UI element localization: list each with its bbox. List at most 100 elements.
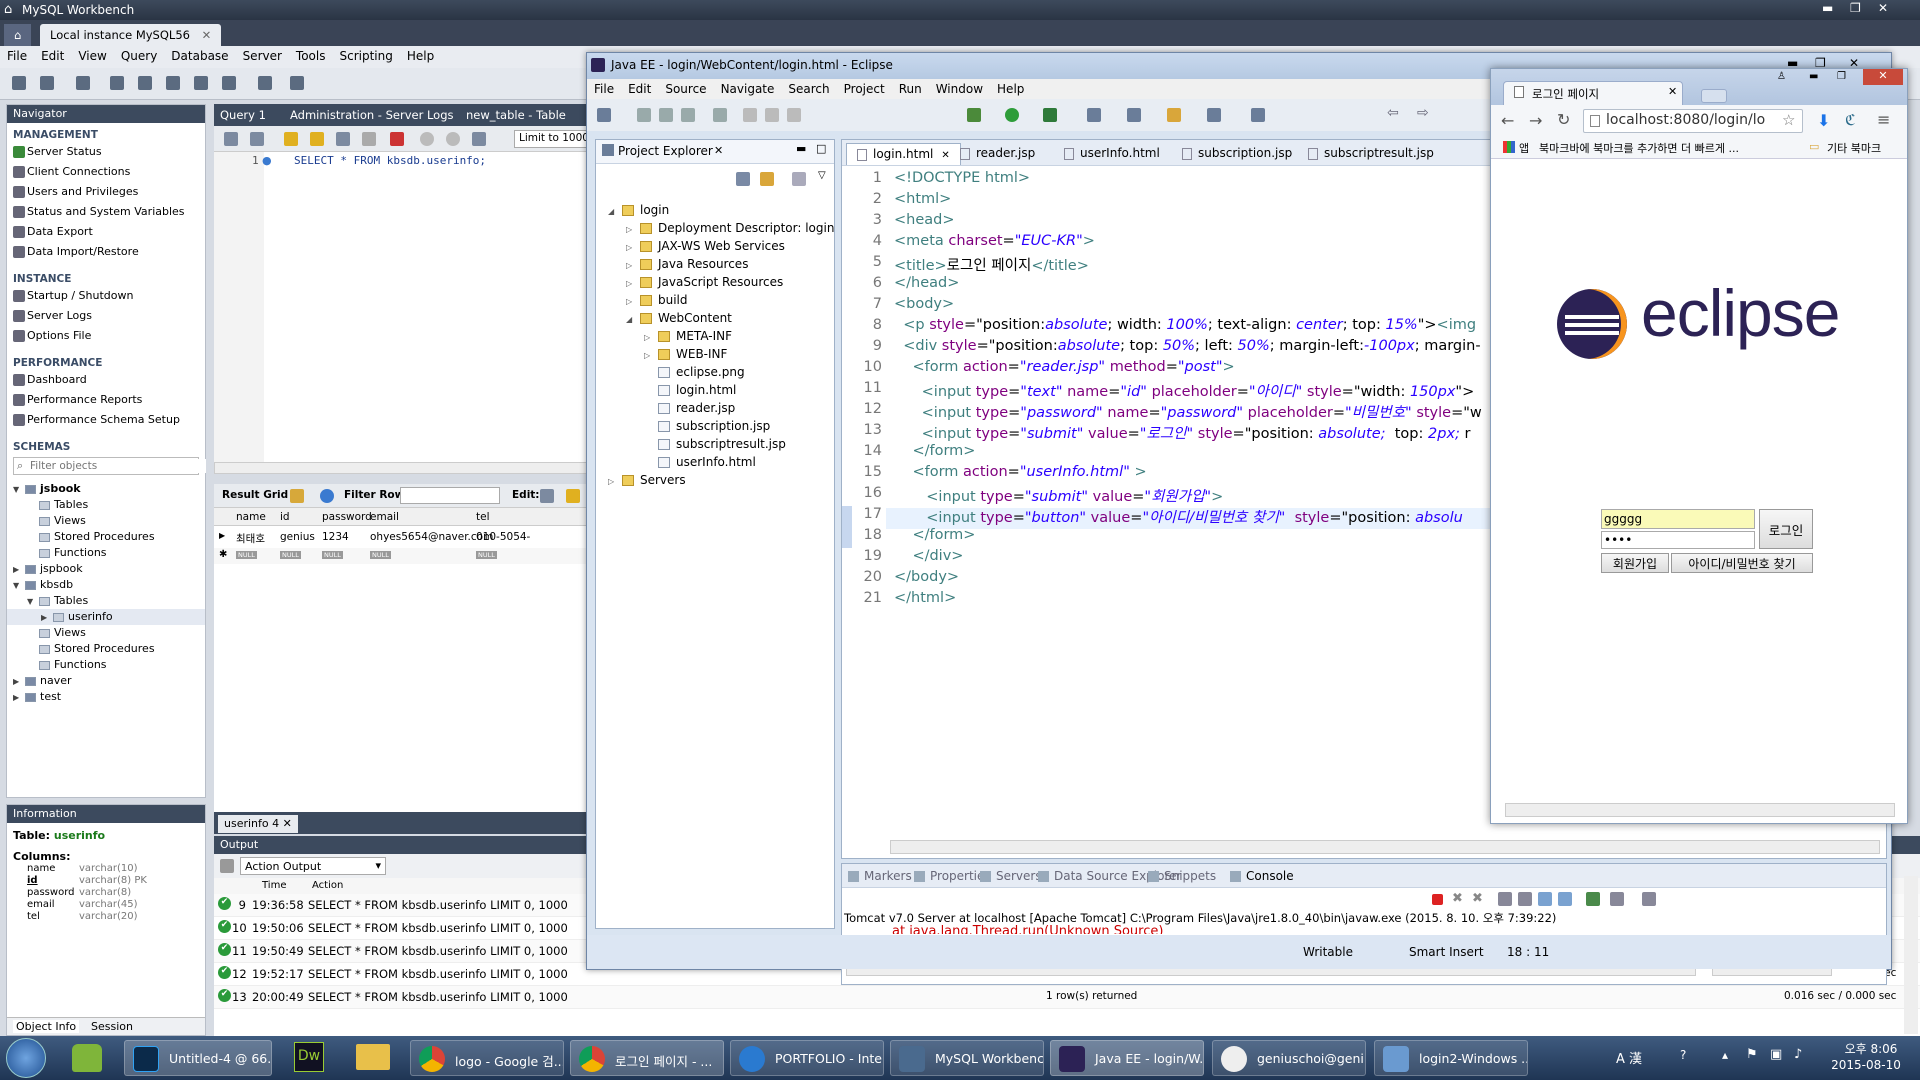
clear-console-icon[interactable] [1498, 892, 1512, 906]
new-table-tab[interactable]: new_table - Table [466, 108, 566, 122]
schema-tree-item[interactable]: ▶ jspbook [7, 561, 205, 577]
open-folder-icon[interactable] [1167, 108, 1181, 122]
grid-cell[interactable]: 1234 [322, 531, 349, 543]
menu-database[interactable]: Database [164, 46, 235, 66]
nav-client-connections[interactable]: Client Connections [7, 163, 205, 183]
grid-cell[interactable]: 010-5054- [476, 531, 530, 543]
ime-indicator[interactable]: A 漢 [1616, 1048, 1642, 1067]
expand-arrow-icon[interactable]: ▶ [41, 613, 53, 622]
menu-view[interactable]: View [71, 46, 113, 66]
menu-window[interactable]: Window [929, 79, 990, 99]
close-icon[interactable]: ✕ [1863, 69, 1903, 85]
create-function-icon[interactable] [222, 76, 236, 90]
coverage-icon[interactable] [1043, 108, 1057, 122]
expand-arrow-icon[interactable]: ▼ [13, 581, 25, 590]
grid-column-header[interactable]: name [236, 511, 266, 523]
menu-server[interactable]: Server [236, 46, 289, 66]
extension-icon[interactable]: ℭ [1845, 111, 1856, 129]
bottom-view-tab[interactable]: Data Source Explorer [1054, 869, 1181, 883]
add-row-icon[interactable] [566, 489, 580, 503]
grid-column-header[interactable]: id [280, 511, 290, 523]
display-console-icon[interactable] [1610, 892, 1624, 906]
menu-help[interactable]: Help [400, 46, 441, 66]
page-info-icon[interactable] [1590, 115, 1600, 127]
search-icon[interactable] [1207, 108, 1221, 122]
editor-hscrollbar[interactable] [214, 462, 590, 474]
server-logs-tab[interactable]: Administration - Server Logs [290, 108, 454, 122]
find-account-button[interactable]: 아이디/비밀번호 찾기 [1671, 553, 1813, 573]
output-row[interactable]: ✔ 13 20:00:49 SELECT * FROM kbsdb.userinfo … [214, 986, 1920, 1009]
execute-current-icon[interactable] [310, 132, 324, 146]
expand-arrow-icon[interactable]: ▷ [626, 279, 640, 288]
null-cell[interactable]: NULL [476, 551, 497, 559]
maximize-icon[interactable]: ❐ [1837, 71, 1846, 82]
nav-server-logs[interactable]: Server Logs [7, 307, 205, 327]
taskbar-chrome-login[interactable]: 로그인 페이지 - ... [570, 1040, 724, 1076]
apps-icon[interactable] [1503, 141, 1515, 153]
pin-console-icon[interactable] [1586, 892, 1600, 906]
save-all-icon[interactable] [659, 108, 673, 122]
action-output-select[interactable]: Action Output ▾ [240, 857, 386, 875]
project-tree-item[interactable]: ▷ build [596, 292, 834, 310]
toggle-errors-icon[interactable] [390, 132, 404, 146]
forward-icon[interactable]: ⇨ [1417, 105, 1429, 121]
schema-tree-item[interactable]: ▼ Tables [7, 593, 205, 609]
new-server-icon[interactable] [1087, 108, 1101, 122]
grid-column-header[interactable]: tel [476, 511, 490, 523]
taskbar-login2[interactable]: login2-Windows ... [1374, 1040, 1528, 1076]
nav-performance-schema[interactable]: Performance Schema Setup [7, 411, 205, 431]
stop-icon[interactable] [362, 132, 376, 146]
editor-tab[interactable]: reader.jsp [950, 143, 1045, 165]
scroll-lock-icon[interactable] [1518, 892, 1532, 906]
menu-run[interactable]: Run [892, 79, 929, 99]
userinfo-result-tab[interactable]: userinfo 4 ✕ [218, 815, 298, 833]
null-cell[interactable]: NULL [236, 551, 257, 559]
menu-tools[interactable]: Tools [289, 46, 333, 66]
clock-date[interactable]: 2015-08-10 [1822, 1058, 1910, 1072]
schema-tree-item[interactable]: Stored Procedures [7, 641, 205, 657]
output-vscrollbar[interactable] [1904, 876, 1918, 1034]
expand-arrow-icon[interactable]: ▷ [608, 477, 622, 486]
expand-arrow-icon[interactable]: ▼ [27, 597, 39, 606]
menu-edit[interactable]: Edit [621, 79, 658, 99]
menu-icon[interactable]: ≡ [1877, 110, 1890, 129]
new-tab-button[interactable] [1701, 89, 1727, 103]
grid-cell[interactable]: ohyes5654@naver.com [370, 531, 493, 543]
home-icon[interactable]: ⌂ [4, 2, 12, 17]
save-icon[interactable] [637, 108, 651, 122]
editor-tab[interactable]: subscription.jsp [1172, 143, 1302, 165]
signup-button[interactable]: 회원가입 [1601, 553, 1669, 573]
back-icon[interactable]: ← [1501, 111, 1514, 130]
taskbar-ie[interactable]: PORTFOLIO - Inte... [730, 1040, 884, 1076]
page-hscrollbar[interactable] [1505, 803, 1895, 817]
expand-arrow-icon[interactable]: ◢ [626, 315, 640, 324]
annotation-icon[interactable] [1251, 108, 1265, 122]
menu-project[interactable]: Project [837, 79, 892, 99]
close-icon[interactable]: ✕ [1878, 1, 1888, 15]
collapse-all-icon[interactable] [736, 172, 750, 186]
menu-navigate[interactable]: Navigate [714, 79, 782, 99]
maximize-view-icon[interactable]: □ [816, 142, 826, 155]
menu-file[interactable]: File [587, 79, 621, 99]
project-tree-item[interactable]: ▷ Java Resources [596, 256, 834, 274]
expand-arrow-icon[interactable]: ▷ [644, 351, 658, 360]
profile-icon[interactable]: ♙ [1777, 71, 1786, 82]
show-hidden-icon[interactable]: ▴ [1722, 1048, 1728, 1062]
schema-tree-item[interactable]: Functions [7, 657, 205, 673]
create-schema-icon[interactable] [110, 76, 124, 90]
help-icon[interactable]: ? [1680, 1048, 1686, 1062]
schema-tree-item[interactable]: Tables [7, 497, 205, 513]
new-sql-tab-icon[interactable] [12, 76, 26, 90]
nav-data-import[interactable]: Data Import/Restore [7, 243, 205, 263]
address-bar[interactable]: localhost:8080/login/lo ☆ [1583, 109, 1803, 133]
schema-tree-item[interactable]: ▼ jsbook [7, 481, 205, 497]
edit-row-icon[interactable] [540, 489, 554, 503]
create-table-icon[interactable] [138, 76, 152, 90]
menu-query[interactable]: Query [114, 46, 164, 66]
suspend-icon[interactable] [765, 108, 779, 122]
rollback-icon[interactable] [446, 132, 460, 146]
menu-source[interactable]: Source [658, 79, 713, 99]
expand-arrow-icon[interactable]: ▶ [13, 677, 25, 686]
limit-select[interactable]: Limit to 1000 r [514, 130, 590, 148]
minimize-view-icon[interactable]: ▬ [796, 142, 806, 155]
